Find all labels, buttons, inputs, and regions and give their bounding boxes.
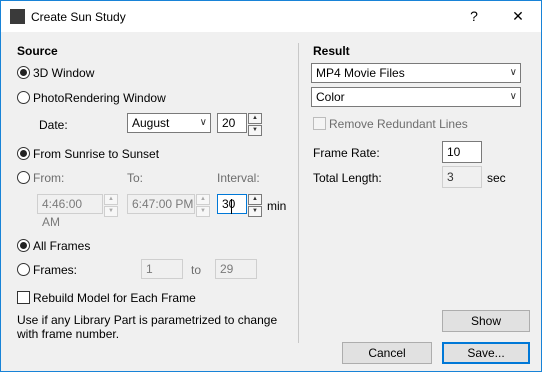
frames-to-field[interactable]: 29 [215, 259, 257, 279]
total-length-unit: sec [487, 171, 506, 185]
stepper-up-icon[interactable]: ▲ [104, 194, 118, 205]
frame-rate-label: Frame Rate: [313, 146, 380, 160]
date-label: Date: [39, 118, 68, 132]
day-stepper[interactable]: ▲ ▼ [248, 113, 262, 136]
stepper-down-icon[interactable]: ▼ [104, 206, 118, 217]
day-field[interactable]: 20 [217, 113, 247, 133]
month-select[interactable]: August ∨ [127, 113, 211, 133]
help-button[interactable]: ? [451, 1, 497, 32]
stepper-up-icon[interactable]: ▲ [196, 194, 210, 205]
stepper-down-icon[interactable]: ▼ [248, 206, 262, 217]
rebuild-model-label[interactable]: Rebuild Model for Each Frame [33, 291, 196, 305]
from-time-stepper[interactable]: ▲ ▼ [104, 194, 118, 217]
chevron-down-icon: ∨ [199, 117, 207, 128]
to-label: To: [127, 171, 144, 185]
radio-all-frames-label[interactable]: All Frames [33, 239, 90, 253]
interval-label: Interval: [217, 171, 260, 185]
total-length-field: 3 [442, 166, 482, 188]
to-time-field[interactable]: 6:47:00 PM [127, 194, 195, 214]
radio-sunrise-sunset-label[interactable]: From Sunrise to Sunset [33, 147, 159, 161]
radio-from-time[interactable] [17, 171, 30, 184]
cancel-button[interactable]: Cancel [342, 342, 432, 364]
stepper-down-icon[interactable]: ▼ [248, 125, 262, 136]
total-length-label: Total Length: [313, 171, 382, 185]
remove-redundant-lines-label[interactable]: Remove Redundant Lines [329, 117, 468, 131]
stepper-up-icon[interactable]: ▲ [248, 194, 262, 205]
radio-3d-window-label[interactable]: 3D Window [33, 66, 94, 80]
interval-unit: min [267, 199, 287, 213]
radio-photorendering-window-label[interactable]: PhotoRendering Window [33, 91, 166, 105]
interval-stepper[interactable]: ▲ ▼ [248, 194, 262, 217]
radio-from-time-label[interactable]: From: [33, 171, 64, 185]
show-button[interactable]: Show [442, 310, 530, 332]
chevron-down-icon: ∨ [509, 91, 517, 102]
rebuild-note: Use if any Library Part is parametrized … [17, 313, 278, 341]
radio-frames-label[interactable]: Frames: [33, 263, 77, 277]
color-mode-select[interactable]: Color ∨ [311, 87, 521, 107]
radio-sunrise-sunset[interactable] [17, 147, 30, 160]
interval-field[interactable]: 30 [217, 194, 247, 214]
close-button[interactable]: ✕ [495, 1, 541, 32]
remove-redundant-lines-checkbox[interactable] [313, 117, 326, 130]
frame-rate-field[interactable]: 10 [442, 141, 482, 163]
create-sun-study-dialog: Create Sun Study ? ✕ Source 3D Window Ph… [0, 0, 542, 372]
chevron-down-icon: ∨ [509, 67, 517, 78]
source-heading: Source [17, 44, 58, 58]
to-time-stepper[interactable]: ▲ ▼ [196, 194, 210, 217]
radio-photorendering-window[interactable] [17, 91, 30, 104]
from-time-field[interactable]: 4:46:00 AM [37, 194, 103, 229]
radio-all-frames[interactable] [17, 239, 30, 252]
result-heading: Result [313, 44, 350, 58]
dialog-title: Create Sun Study [31, 10, 126, 24]
month-value: August [132, 116, 170, 130]
app-icon [10, 9, 25, 24]
frames-from-field[interactable]: 1 [141, 259, 183, 279]
radio-3d-window[interactable] [17, 66, 30, 79]
format-select[interactable]: MP4 Movie Files ∨ [311, 63, 521, 83]
format-value: MP4 Movie Files [316, 66, 405, 80]
save-button[interactable]: Save... [442, 342, 530, 364]
rebuild-model-checkbox[interactable] [17, 291, 30, 304]
stepper-down-icon[interactable]: ▼ [196, 206, 210, 217]
column-divider [298, 43, 299, 343]
radio-frames[interactable] [17, 263, 30, 276]
text-caret [231, 199, 232, 214]
title-bar: Create Sun Study ? ✕ [1, 1, 541, 32]
frames-to-label: to [191, 263, 202, 277]
stepper-up-icon[interactable]: ▲ [248, 113, 262, 124]
color-mode-value: Color [316, 90, 345, 104]
